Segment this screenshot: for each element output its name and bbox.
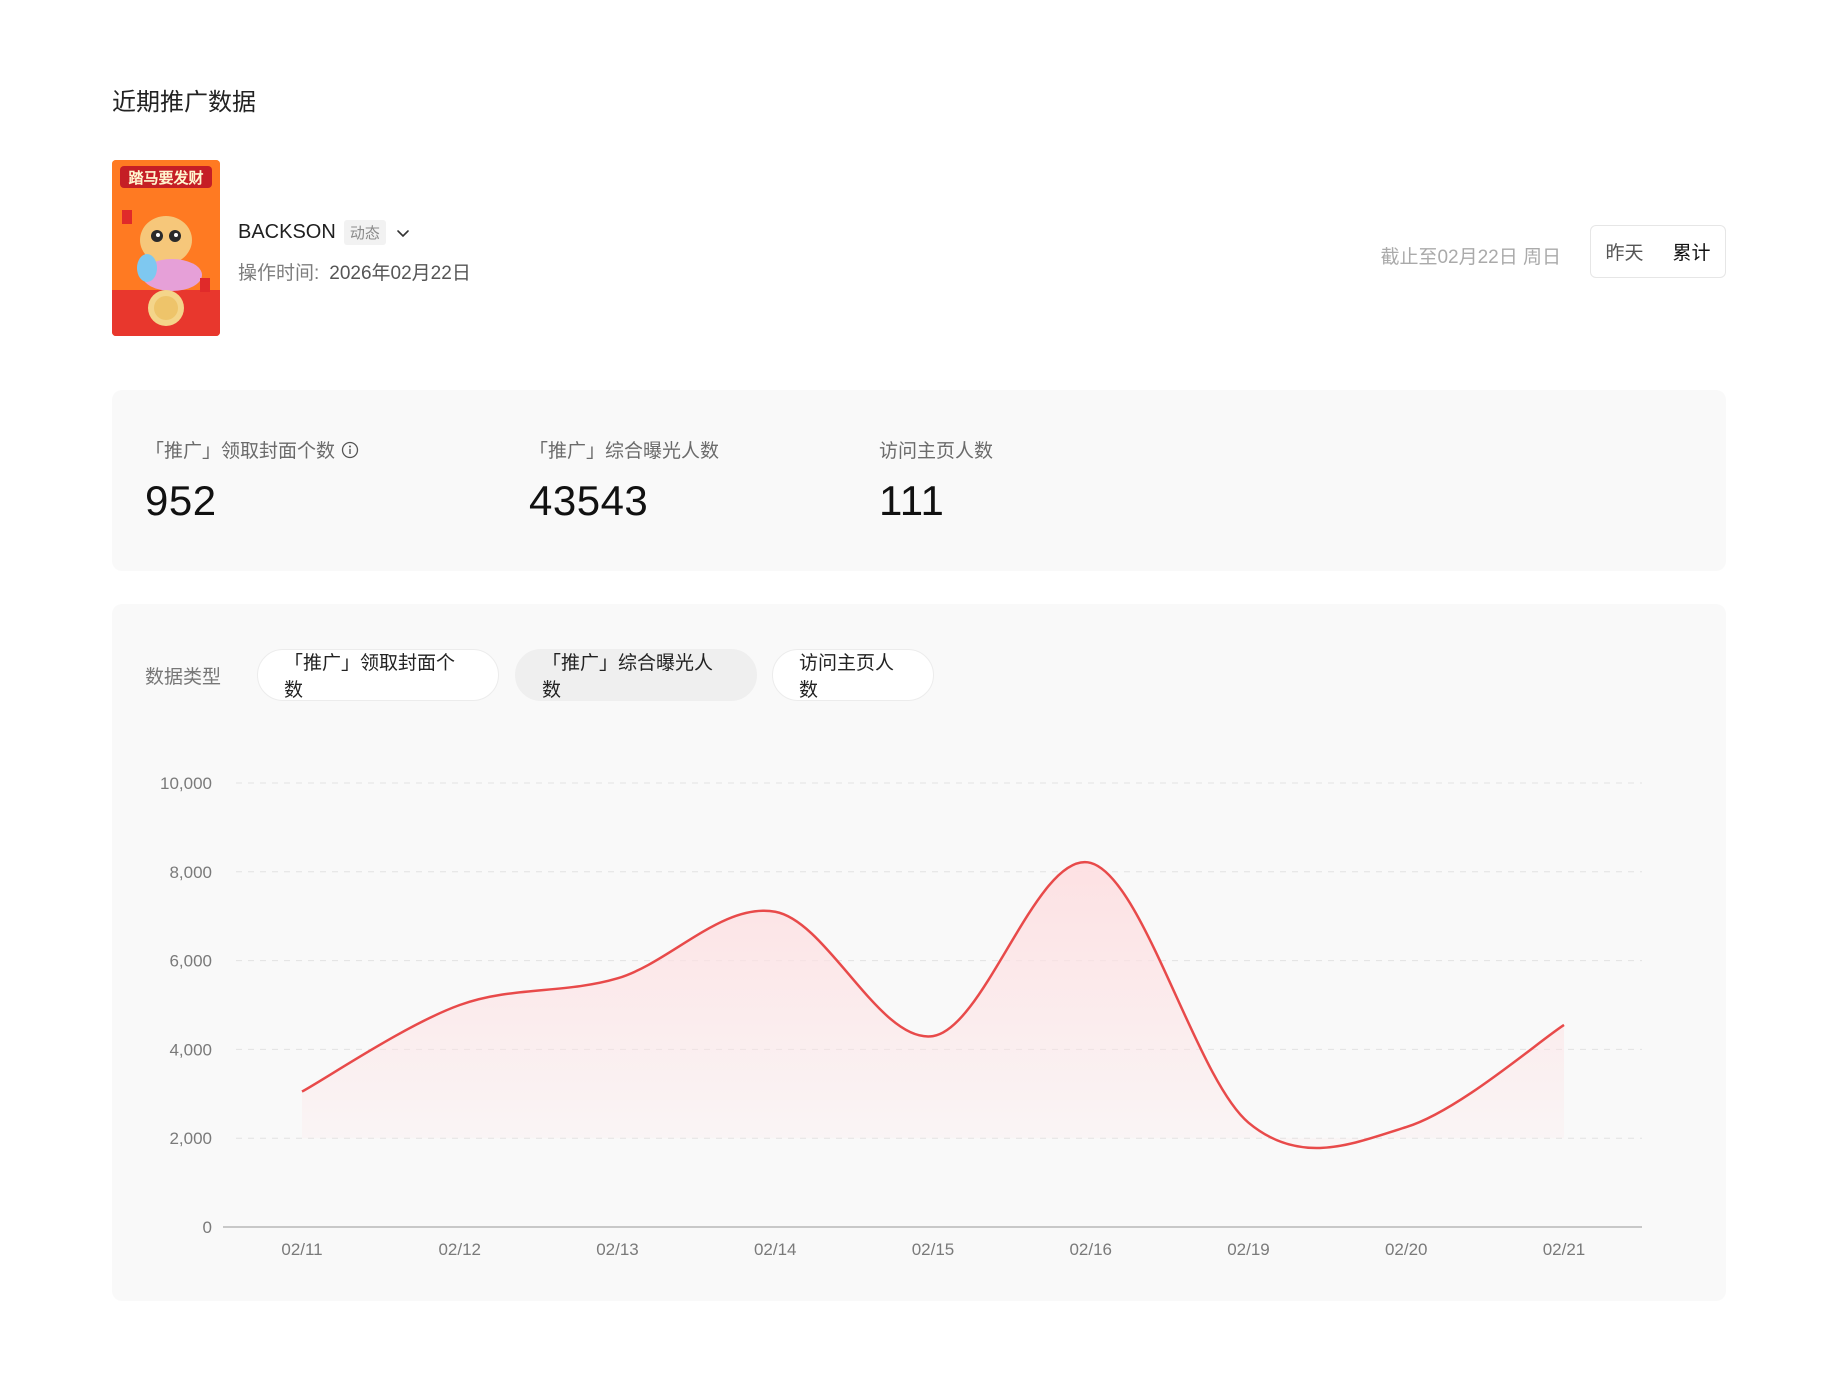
y-tick-label: 2,000	[169, 1129, 212, 1148]
data-point[interactable]	[1245, 1119, 1253, 1127]
x-tick-label: 02/14	[754, 1240, 797, 1259]
stat-homepage-visits: 访问主页人数 111	[879, 436, 993, 525]
data-point[interactable]	[614, 974, 622, 982]
x-tick-label: 02/16	[1069, 1240, 1112, 1259]
segment-option-yesterday[interactable]: 昨天	[1605, 238, 1643, 265]
operation-time: 操作时间: 2026年02月22日	[238, 258, 471, 285]
series-area	[302, 862, 1564, 1149]
date-info: 截止至02月22日 周日	[1380, 247, 1561, 268]
stat-label: 访问主页人数	[879, 441, 994, 462]
x-tick-label: 02/11	[281, 1240, 322, 1259]
exposure-area-chart: 0 2,000 4,000 6,000 8,000 10,000 02/11 02/12 02/…	[160, 774, 1642, 1259]
stat-value: 111	[879, 477, 945, 524]
x-tick-label: 02/19	[1227, 1240, 1270, 1259]
stat-exposure: 「推广」综合曝光人数 43543	[529, 436, 719, 525]
y-tick-label: 6,000	[169, 952, 212, 971]
x-tick-label: 02/13	[596, 1240, 639, 1259]
x-tick-label: 02/20	[1385, 1240, 1428, 1259]
operation-time-label: 操作时间:	[238, 263, 320, 284]
x-tick-label: 02/12	[438, 1240, 481, 1259]
data-point[interactable]	[1402, 1123, 1410, 1131]
y-tick-label: 0	[203, 1218, 212, 1237]
y-tick-label: 8,000	[169, 863, 212, 882]
segment-option-cumulative[interactable]: 累计	[1672, 238, 1710, 265]
data-point[interactable]	[1560, 1021, 1568, 1029]
account-tag: 动态	[343, 220, 386, 245]
stat-label: 「推广」综合曝光人数	[529, 441, 720, 462]
x-tick-label: 02/15	[912, 1240, 955, 1259]
cover-illustration: 踏马要发财	[112, 160, 220, 336]
data-point[interactable]	[298, 1088, 306, 1096]
page-title: 近期推广数据	[112, 89, 256, 116]
data-point[interactable]	[1087, 859, 1095, 867]
time-range-segment: 昨天 累计	[1590, 225, 1726, 278]
account-name-row[interactable]: BACKSON 动态	[238, 220, 412, 245]
stats-card: 「推广」领取封面个数 952 「推广」综合曝光人数 43543 访问主页人数 1…	[112, 390, 1726, 571]
data-point[interactable]	[929, 1032, 937, 1040]
x-tick-label: 02/21	[1543, 1240, 1586, 1259]
y-tick-label: 4,000	[169, 1040, 212, 1059]
y-tick-label: 10,000	[160, 774, 212, 793]
chart-card: 数据类型 「推广」领取封面个数 「推广」综合曝光人数 访问主页人数 0 2,000…	[112, 604, 1726, 1301]
chevron-down-icon[interactable]	[394, 224, 412, 242]
operation-time-value: 2026年02月22日	[329, 263, 471, 284]
promo-header: 踏马要发财 BACKSON 动态 操作时间: 2026年02月22日 截止至02月…	[112, 158, 1726, 338]
stat-value: 43543	[529, 477, 649, 524]
data-point[interactable]	[771, 908, 779, 916]
stat-cover-claims: 「推广」领取封面个数 952	[145, 436, 359, 525]
stat-value: 952	[145, 477, 217, 524]
account-name: BACKSON	[238, 221, 336, 243]
data-point[interactable]	[456, 1001, 464, 1009]
cover-image[interactable]: 踏马要发财	[112, 160, 220, 336]
info-icon[interactable]	[341, 441, 359, 459]
stat-label: 「推广」领取封面个数	[145, 441, 336, 462]
cover-badge-text: 踏马要发财	[128, 169, 203, 187]
